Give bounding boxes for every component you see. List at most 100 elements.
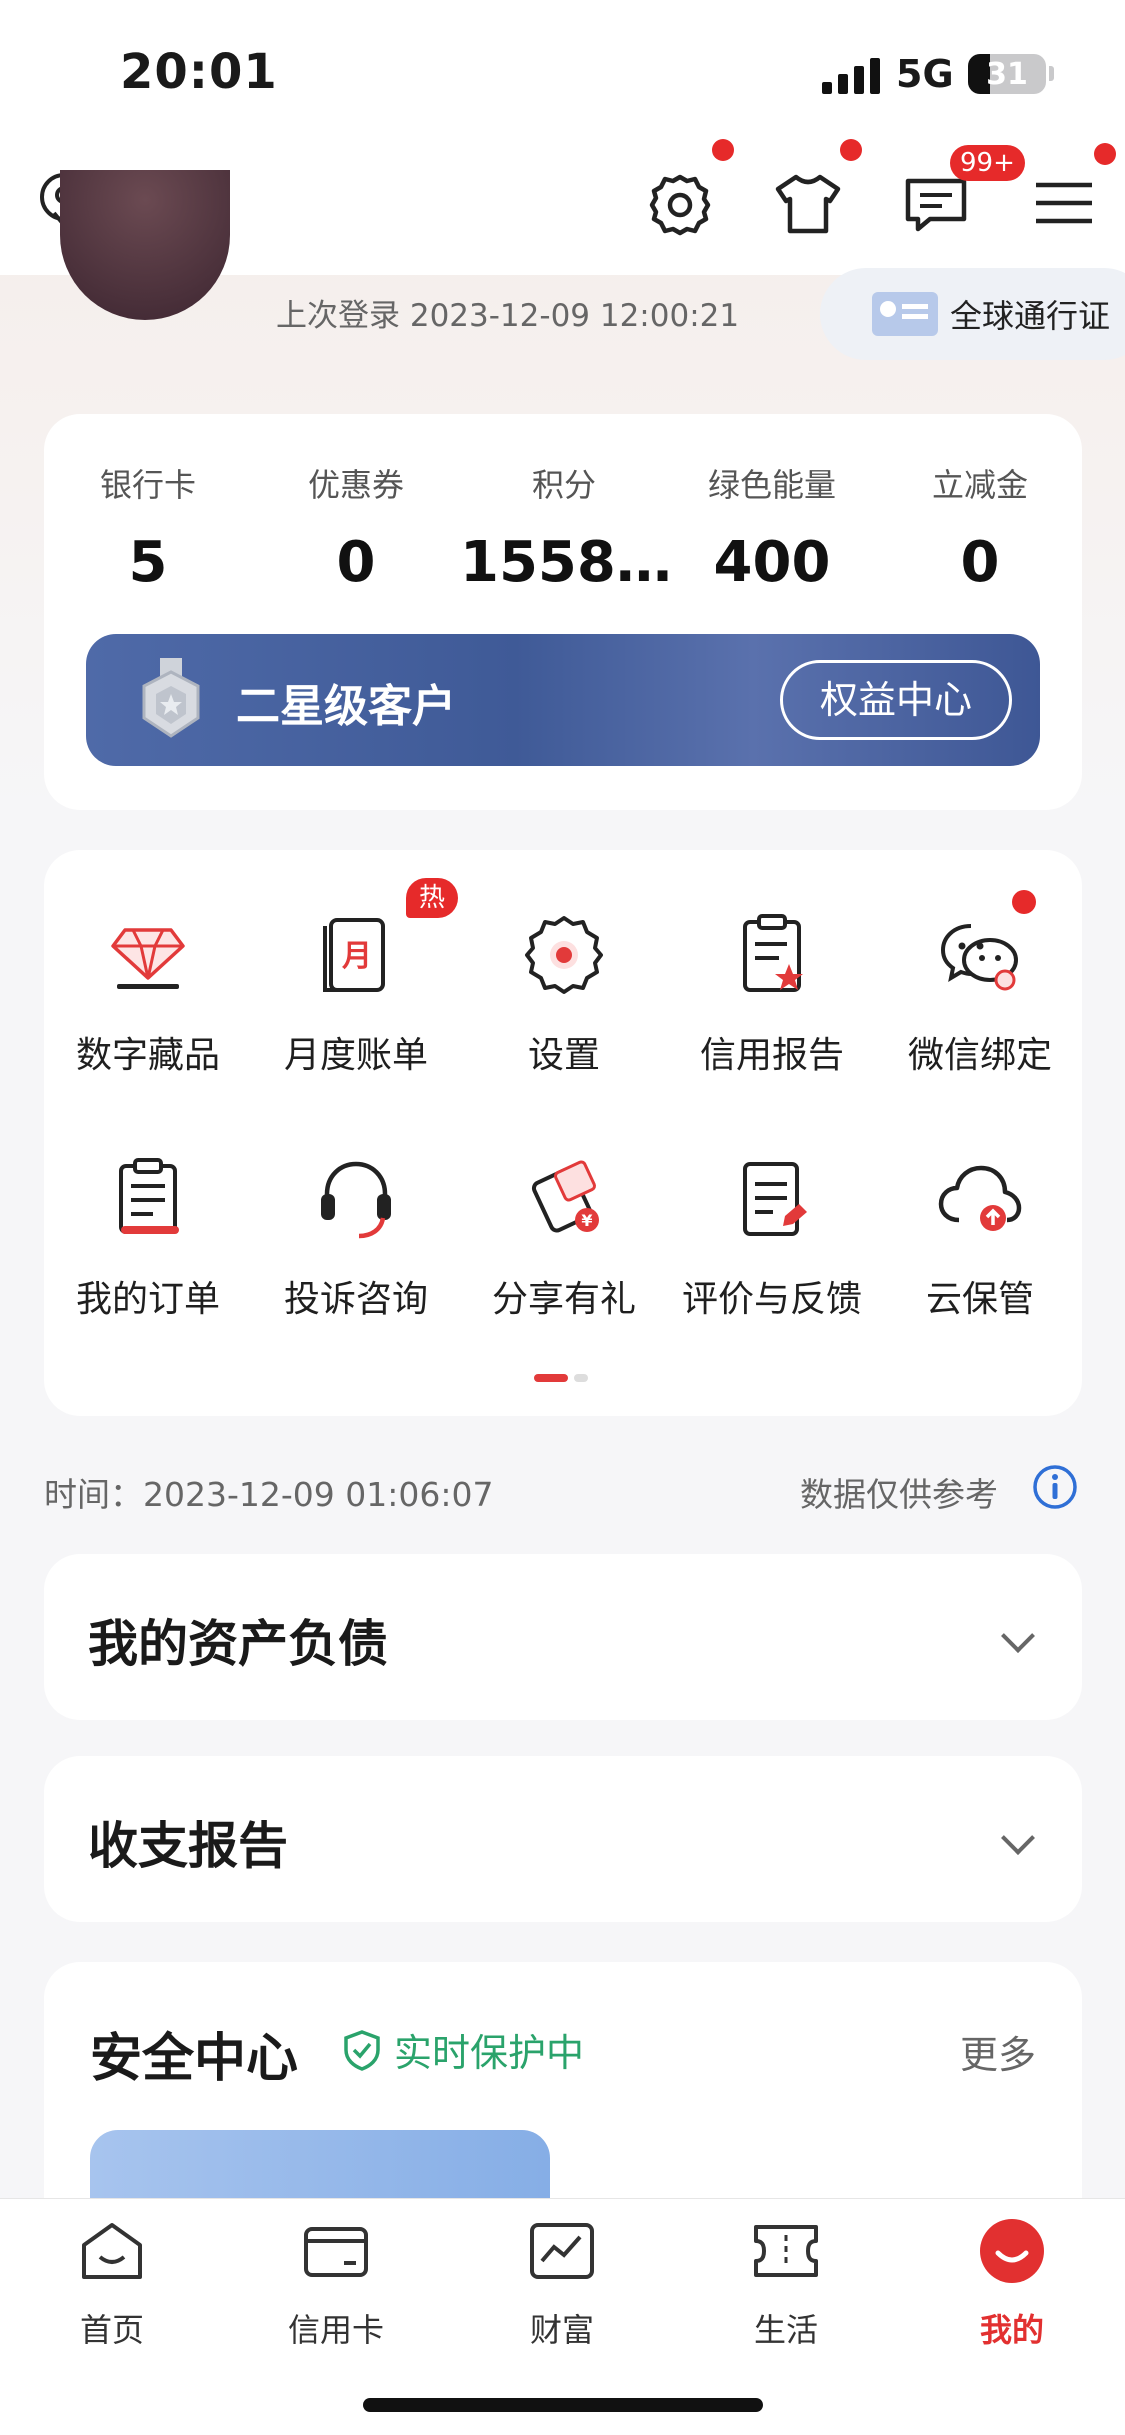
stat-label: 绿色能量 — [707, 466, 836, 504]
grid-item-label: 微信绑定 — [907, 1035, 1052, 1076]
grid-pager — [534, 1374, 588, 1382]
protection-label: 实时保护中 — [394, 2031, 585, 2075]
stat-bank-cards[interactable]: 银行卡 5 — [44, 460, 252, 595]
credit-report-icon — [743, 914, 803, 992]
battery-icon: 31 — [968, 54, 1046, 94]
global-pass-label: 全球通行证 — [950, 297, 1111, 335]
stat-value: 0 — [336, 530, 376, 595]
global-pass-button[interactable]: 全球通行证 — [820, 268, 1125, 360]
credit-card-icon — [304, 2227, 368, 2277]
chevron-down-icon — [1001, 1821, 1035, 1855]
grid-item-monthly-bill[interactable]: 月 月度账单 — [252, 910, 460, 1078]
signal-icon — [822, 58, 882, 94]
grid-item-wechat-bind[interactable]: 微信绑定 — [876, 910, 1084, 1078]
grid-item-label: 我的订单 — [75, 1279, 220, 1320]
cloud-icon — [938, 1165, 1022, 1231]
assets-summary-card: 银行卡 5 优惠券 0 积分 1558… 绿色能量 400 立减金 0 二星级客… — [44, 414, 1082, 810]
function-grid: 数字藏品 月 月度账单 热 设置 信用报告 微信绑定 我的订单 投诉咨询 ¥ 分… — [44, 850, 1082, 1416]
grid-item-credit-report[interactable]: 信用报告 — [668, 910, 876, 1078]
stat-coupons[interactable]: 优惠券 0 — [252, 460, 460, 595]
grid-item-complaints[interactable]: 投诉咨询 — [252, 1154, 460, 1322]
status-time: 20:01 — [120, 44, 278, 100]
tab-credit-card[interactable]: 信用卡 — [256, 2215, 416, 2351]
grid-item-label: 设置 — [527, 1035, 600, 1076]
grid-item-label: 数字藏品 — [75, 1035, 220, 1076]
grid-item-digital-collection[interactable]: 数字藏品 — [44, 910, 252, 1078]
order-icon — [119, 1158, 179, 1234]
tab-label: 生活 — [753, 2311, 818, 2349]
stat-points[interactable]: 积分 1558… — [460, 460, 672, 595]
svg-text:¥: ¥ — [581, 1211, 592, 1230]
protection-status: 实时保护中 — [340, 2022, 584, 2077]
grid-item-label: 月度账单 — [283, 1035, 428, 1076]
income-expense-section[interactable]: 收支报告 — [44, 1756, 1082, 1922]
customer-level-banner[interactable]: 二星级客户 权益中心 — [86, 634, 1040, 766]
skin-notify-dot — [840, 139, 862, 161]
tab-life[interactable]: 生活 — [706, 2215, 866, 2351]
grid-item-label: 评价与反馈 — [681, 1279, 862, 1320]
hot-badge: 热 — [406, 878, 458, 918]
stat-value: 0 — [960, 530, 1000, 595]
home-icon — [82, 2223, 142, 2279]
tab-home[interactable]: 首页 — [32, 2215, 192, 2351]
feedback-icon — [743, 1162, 807, 1236]
battery-tip — [1049, 66, 1054, 81]
section-title: 收支报告 — [88, 1817, 288, 1875]
info-icon[interactable] — [1032, 1464, 1078, 1510]
share-gift-icon: ¥ — [531, 1160, 599, 1233]
profile-page: 20:01 5G 31 大连 — [0, 0, 1125, 2435]
customer-level-name: 二星级客户 — [236, 681, 456, 732]
stat-label: 立减金 — [931, 466, 1028, 504]
grid-item-label: 信用报告 — [699, 1035, 844, 1076]
tab-label: 财富 — [529, 2311, 594, 2349]
network-label: 5G — [896, 52, 954, 96]
menu-notify-dot — [1094, 143, 1116, 165]
headset-icon — [321, 1161, 391, 1239]
grid-item-settings[interactable]: 设置 — [460, 910, 668, 1078]
stat-label: 银行卡 — [99, 466, 196, 504]
stat-green-energy[interactable]: 绿色能量 400 — [668, 460, 876, 595]
stat-value: 5 — [128, 530, 168, 595]
medal-icon — [142, 658, 200, 738]
skin-shirt-icon[interactable] — [768, 163, 848, 243]
message-badge: 99+ — [950, 145, 1025, 181]
chevron-down-icon — [1001, 1619, 1035, 1653]
stat-label: 积分 — [531, 466, 596, 504]
wechat-notify-dot — [1012, 890, 1036, 914]
monthly-bill-icon: 月 — [323, 918, 385, 992]
wechat-bind-icon — [940, 924, 1018, 991]
tab-label: 信用卡 — [287, 2311, 384, 2349]
stat-discount[interactable]: 立减金 0 — [876, 460, 1084, 595]
grid-item-cloud-storage[interactable]: 云保管 — [876, 1154, 1084, 1322]
avatar[interactable] — [60, 170, 230, 320]
tab-label: 我的 — [979, 2311, 1044, 2349]
battery-level: 31 — [986, 57, 1028, 92]
shield-check-icon — [344, 2029, 380, 2071]
grid-item-my-orders[interactable]: 我的订单 — [44, 1154, 252, 1322]
tab-label: 首页 — [79, 2311, 144, 2349]
last-login-text: 上次登录 2023-12-09 12:00:21 — [276, 298, 740, 334]
security-title: 安全中心 — [90, 2029, 299, 2089]
settings-gear-icon — [525, 916, 603, 994]
security-more-link[interactable]: 更多 — [960, 2024, 1036, 2079]
home-indicator — [363, 2398, 763, 2412]
tab-wealth[interactable]: 财富 — [482, 2215, 642, 2351]
stat-label: 优惠券 — [307, 466, 404, 504]
grid-item-share-gift[interactable]: ¥ 分享有礼 — [460, 1154, 668, 1322]
id-card-icon — [872, 292, 938, 336]
benefits-center-button[interactable]: 权益中心 — [780, 660, 1012, 740]
grid-item-feedback[interactable]: 评价与反馈 — [668, 1154, 876, 1322]
diamond-icon — [111, 928, 185, 989]
grid-item-label: 云保管 — [925, 1279, 1034, 1320]
status-bar: 20:01 5G 31 — [0, 0, 1125, 145]
stat-value: 400 — [713, 530, 831, 595]
settings-icon[interactable] — [640, 163, 720, 243]
settings-notify-dot — [712, 139, 734, 161]
tab-mine[interactable]: 我的 — [932, 2215, 1092, 2351]
stat-value: 1558… — [460, 530, 672, 595]
chart-icon — [530, 2223, 594, 2279]
svg-text:月: 月 — [342, 939, 372, 974]
assets-liabilities-section[interactable]: 我的资产负债 — [44, 1554, 1082, 1720]
data-timestamp: 时间：2023-12-09 01:06:07 — [44, 1475, 494, 1514]
menu-icon[interactable] — [1024, 163, 1104, 243]
